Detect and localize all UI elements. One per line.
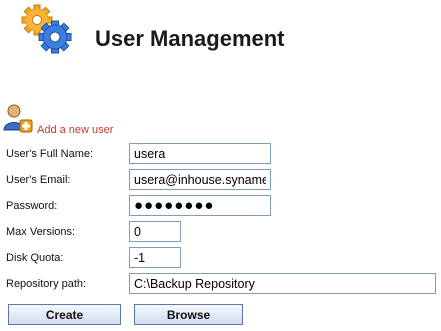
password-label: Password: [6, 200, 58, 212]
full-name-field[interactable] [129, 143, 271, 164]
disk-quota-label: Disk Quota: [6, 252, 64, 264]
user-management-page: User Management Add a new user User's Fu… [0, 0, 441, 331]
email-label: User's Email: [6, 174, 71, 186]
repository-path-label: Repository path: [6, 278, 87, 290]
gears-icon [21, 4, 72, 54]
page-title: User Management [95, 26, 285, 51]
add-new-user-link[interactable]: Add a new user [37, 124, 113, 136]
create-button[interactable]: Create [8, 304, 121, 325]
disk-quota-field[interactable] [129, 247, 181, 268]
email-field[interactable] [129, 169, 271, 190]
max-versions-field[interactable] [129, 221, 181, 242]
user-add-icon [3, 104, 33, 133]
full-name-label: User's Full Name: [6, 148, 94, 160]
repository-path-field[interactable] [129, 273, 436, 294]
browse-button[interactable]: Browse [134, 304, 243, 325]
password-field[interactable]: ●●●●●●●● [129, 195, 271, 216]
max-versions-label: Max Versions: [6, 226, 76, 238]
